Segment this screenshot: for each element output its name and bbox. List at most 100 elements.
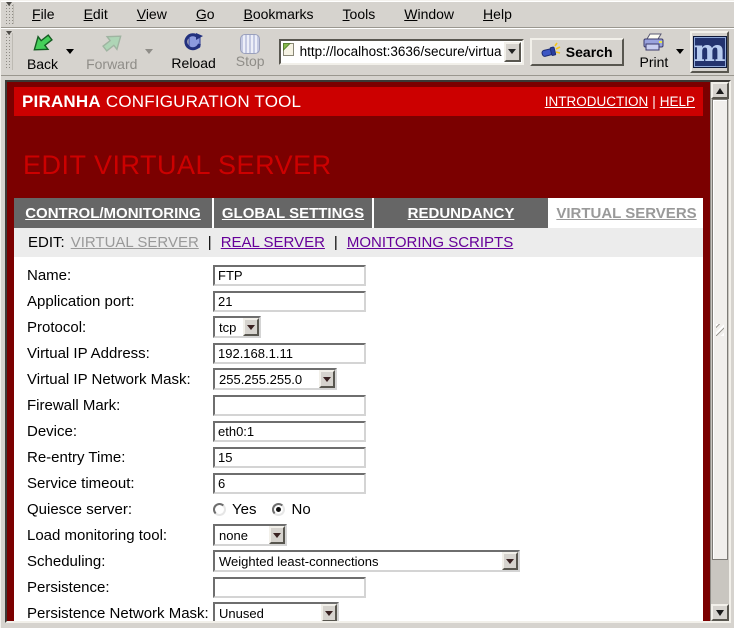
application-port-label: Application port: [14, 293, 213, 310]
menu-file[interactable]: File [22, 3, 65, 25]
virtual-ip-label: Virtual IP Address: [14, 345, 213, 362]
vertical-scrollbar[interactable] [710, 82, 729, 621]
firewall-mark-label: Firewall Mark: [14, 397, 213, 414]
persistence-label: Persistence: [14, 579, 213, 596]
virtual-ip-mask-select[interactable]: 255.255.255.0 [213, 368, 337, 390]
form-row: Protocol: tcp [14, 314, 703, 340]
back-arrow-icon [30, 32, 56, 57]
url-input[interactable] [296, 44, 504, 59]
scroll-up-button[interactable] [711, 82, 729, 99]
scheduling-select[interactable]: Weighted least-connections [213, 550, 520, 572]
tab-bar: CONTROL/MONITORING GLOBAL SETTINGS REDUN… [14, 198, 703, 228]
help-link[interactable]: HELP [660, 94, 695, 109]
form-row: Virtual IP Network Mask: 255.255.255.0 [14, 366, 703, 392]
reentry-time-input[interactable] [213, 447, 366, 468]
form-row: Re-entry Time: [14, 444, 703, 470]
forward-button: Forward [80, 30, 143, 74]
persistence-input[interactable] [213, 577, 366, 598]
form-row: Device: [14, 418, 703, 444]
quiesce-no-radio[interactable] [272, 503, 285, 516]
quiesce-radio-group: Yes No [213, 501, 321, 518]
chevron-down-icon [502, 552, 518, 570]
stop-button: Stop [230, 32, 271, 71]
protocol-label: Protocol: [14, 319, 213, 336]
scroll-down-icon [716, 610, 724, 616]
service-timeout-label: Service timeout: [14, 475, 213, 492]
menu-go[interactable]: Go [186, 3, 225, 25]
load-monitoring-select[interactable]: none [213, 524, 287, 546]
device-input[interactable] [213, 421, 366, 442]
subnav-real-server-link[interactable]: REAL SERVER [221, 234, 325, 251]
printer-icon [640, 33, 668, 55]
mozilla-logo-icon: m [693, 36, 727, 68]
chevron-down-icon [319, 370, 335, 388]
toolbar-grippy[interactable] [5, 33, 13, 71]
menu-help[interactable]: Help [473, 3, 522, 25]
chevron-down-icon [508, 49, 516, 54]
chevron-down-icon [243, 318, 259, 336]
stop-icon [240, 34, 260, 54]
introduction-link[interactable]: INTRODUCTION [545, 94, 649, 109]
form-row: Service timeout: [14, 470, 703, 496]
reload-icon [183, 32, 205, 56]
menu-window[interactable]: Window [394, 3, 464, 25]
app-brand: PIRANHACONFIGURATION TOOL [22, 92, 301, 112]
tab-virtual-servers[interactable]: VIRTUAL SERVERS [550, 198, 703, 228]
menu-bookmarks[interactable]: Bookmarks [234, 3, 324, 25]
url-history-dropdown[interactable] [504, 42, 521, 62]
scheduling-label: Scheduling: [14, 553, 213, 570]
chevron-down-icon [321, 604, 337, 621]
page-viewport: PIRANHACONFIGURATION TOOL INTRODUCTION|H… [7, 82, 710, 621]
persistence-mask-label: Persistence Network Mask: [14, 605, 213, 622]
reentry-time-label: Re-entry Time: [14, 449, 213, 466]
protocol-select[interactable]: tcp [213, 316, 261, 338]
header-links: INTRODUCTION|HELP [545, 94, 695, 109]
subnav-monitoring-scripts-link[interactable]: MONITORING SCRIPTS [347, 234, 513, 251]
page-title: EDIT VIRTUAL SERVER [23, 150, 703, 181]
form-row: Load monitoring tool: none [14, 522, 703, 548]
menu-edit[interactable]: Edit [74, 3, 118, 25]
form-row: Firewall Mark: [14, 392, 703, 418]
scroll-up-icon [716, 88, 724, 94]
back-button[interactable]: Back [21, 30, 64, 74]
form-row: Application port: [14, 288, 703, 314]
virtual-server-form: Name: Application port: Protocol: tcp Vi… [14, 257, 703, 621]
browser-window: File Edit View Go Bookmarks Tools Window… [0, 0, 734, 628]
virtual-ip-input[interactable] [213, 343, 366, 364]
menu-bar: File Edit View Go Bookmarks Tools Window… [1, 1, 734, 28]
search-button[interactable]: Search [530, 38, 624, 66]
firewall-mark-input[interactable] [213, 395, 366, 416]
tab-global-settings[interactable]: GLOBAL SETTINGS [214, 198, 372, 228]
scroll-down-button[interactable] [711, 604, 729, 621]
print-dropdown-icon[interactable] [676, 49, 684, 54]
browser-content-area: PIRANHACONFIGURATION TOOL INTRODUCTION|H… [5, 80, 731, 623]
toolbar-grippy[interactable] [5, 4, 14, 25]
quiesce-yes-radio[interactable] [213, 503, 226, 516]
menu-tools[interactable]: Tools [333, 3, 386, 25]
scrollbar-thumb[interactable] [712, 99, 728, 560]
edit-subnav: EDIT: VIRTUAL SERVER | REAL SERVER | MON… [14, 228, 703, 257]
url-bar [279, 39, 524, 65]
name-label: Name: [14, 267, 213, 284]
virtual-ip-mask-label: Virtual IP Network Mask: [14, 371, 213, 388]
piranha-header-band: PIRANHACONFIGURATION TOOL INTRODUCTION|H… [14, 87, 703, 116]
form-row: Scheduling: Weighted least-connections [14, 548, 703, 574]
tab-control-monitoring[interactable]: CONTROL/MONITORING [14, 198, 212, 228]
forward-dropdown-icon [145, 49, 153, 54]
persistence-mask-select[interactable]: Unused [213, 602, 339, 621]
form-row: Virtual IP Address: [14, 340, 703, 366]
back-dropdown-icon[interactable] [66, 49, 74, 54]
form-row: Quiesce server: Yes No [14, 496, 703, 522]
subnav-virtual-server: VIRTUAL SERVER [71, 234, 199, 251]
service-timeout-input[interactable] [213, 473, 366, 494]
application-port-input[interactable] [213, 291, 366, 312]
page-bookmark-icon[interactable] [281, 42, 296, 62]
name-input[interactable] [213, 265, 366, 286]
mozilla-logo-button[interactable]: m [690, 31, 729, 73]
search-icon [541, 42, 561, 61]
reload-button[interactable]: Reload [165, 30, 221, 73]
tab-redundancy[interactable]: REDUNDANCY [374, 198, 548, 228]
print-button[interactable]: Print [634, 31, 675, 72]
chevron-down-icon [269, 526, 285, 544]
menu-view[interactable]: View [127, 3, 177, 25]
